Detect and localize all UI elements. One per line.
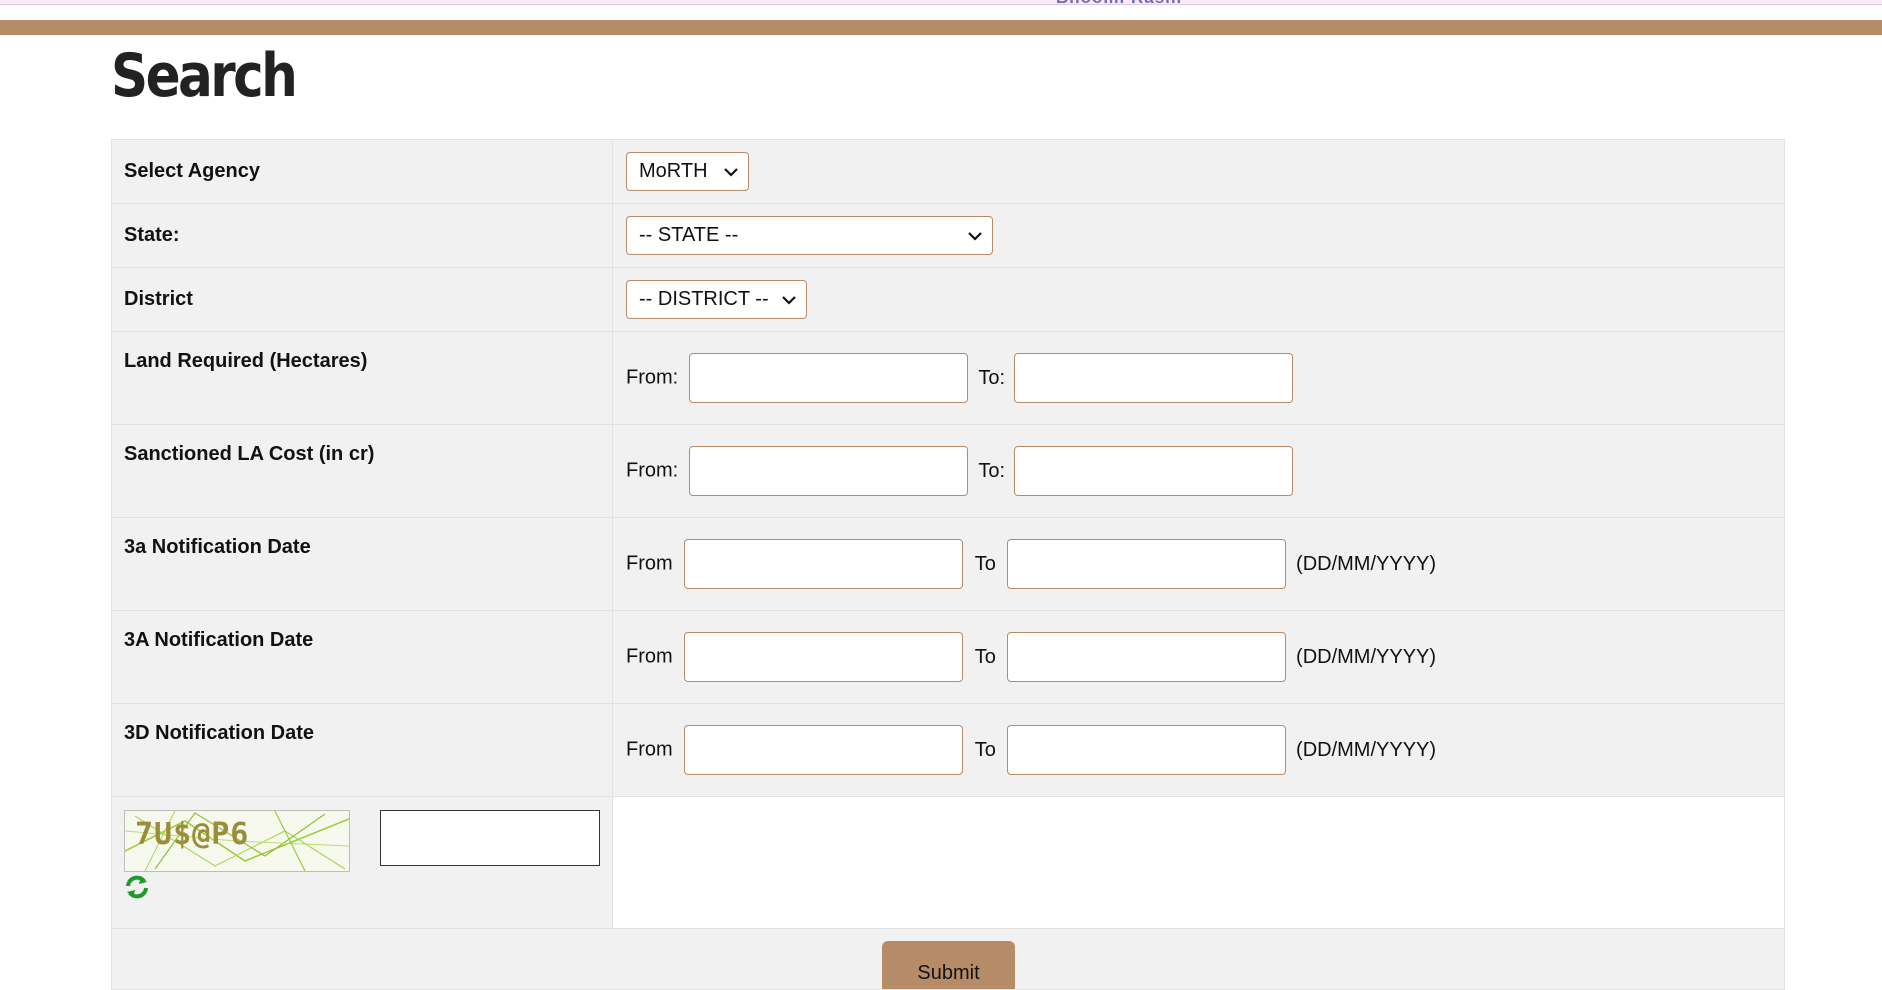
row-submit: Submit [111, 928, 1785, 990]
notif-3D-from-label: From [626, 738, 673, 761]
state-label: State: [111, 203, 613, 268]
row-la-cost: Sanctioned LA Cost (in cr) From: To: [111, 424, 1785, 518]
state-select[interactable]: -- STATE -- [626, 216, 993, 255]
notif-3A-format-hint: (DD/MM/YYYY) [1296, 645, 1437, 668]
notif-3a-to-label: To [974, 552, 996, 575]
land-to-label: To: [978, 366, 1006, 389]
search-form-table: Select Agency MoRTH State: -- STATE -- D… [111, 139, 1785, 990]
row-agency: Select Agency MoRTH [111, 139, 1785, 204]
district-select[interactable]: -- DISTRICT -- [626, 280, 807, 319]
cost-from-label: From: [626, 459, 679, 482]
row-3A-notification: 3A Notification Date From To (DD/MM/YYYY… [111, 610, 1785, 704]
state-cell: -- STATE -- [612, 203, 1785, 268]
agency-select-value: MoRTH [639, 160, 708, 182]
land-from-label: From: [626, 366, 679, 389]
land-from-input[interactable] [688, 353, 968, 403]
land-required-cell: From: To: [612, 331, 1785, 425]
captcha-cell: 7U$@P6 [111, 796, 613, 929]
la-cost-label: Sanctioned LA Cost (in cr) [111, 424, 613, 518]
notif-3A-cell: From To (DD/MM/YYYY) [612, 610, 1785, 704]
notif-3D-from-input[interactable] [684, 725, 964, 775]
captcha-text: 7U$@P6 [135, 817, 250, 852]
row-captcha: 7U$@P6 [111, 796, 1785, 929]
submit-cell: Submit [111, 928, 1785, 990]
row-3a-notification: 3a Notification Date From To (DD/MM/YYYY… [111, 517, 1785, 611]
captcha-wrap: 7U$@P6 [124, 797, 612, 928]
notif-3D-label: 3D Notification Date [111, 703, 613, 797]
cost-to-input[interactable] [1013, 446, 1293, 496]
captcha-input[interactable] [380, 810, 600, 866]
row-3D-notification: 3D Notification Date From To (DD/MM/YYYY… [111, 703, 1785, 797]
land-to-input[interactable] [1013, 353, 1293, 403]
notif-3A-label: 3A Notification Date [111, 610, 613, 704]
agency-cell: MoRTH [612, 139, 1785, 204]
notif-3a-format-hint: (DD/MM/YYYY) [1296, 552, 1437, 575]
chevron-down-icon [782, 295, 796, 305]
notif-3D-cell: From To (DD/MM/YYYY) [612, 703, 1785, 797]
notif-3D-format-hint: (DD/MM/YYYY) [1296, 738, 1437, 761]
cost-to-label: To: [978, 459, 1006, 482]
notif-3D-to-input[interactable] [1007, 725, 1287, 775]
top-border-line [0, 0, 1882, 5]
row-state: State: -- STATE -- [111, 203, 1785, 268]
page-title: Search [111, 41, 298, 111]
cost-from-input[interactable] [688, 446, 968, 496]
refresh-icon[interactable] [124, 874, 150, 900]
notif-3a-label: 3a Notification Date [111, 517, 613, 611]
notif-3A-to-input[interactable] [1007, 632, 1287, 682]
state-select-value: -- STATE -- [639, 224, 739, 246]
la-cost-cell: From: To: [612, 424, 1785, 518]
header-partial-text: Bhoomi Rashi [1056, 0, 1182, 8]
notif-3A-from-input[interactable] [684, 632, 964, 682]
notif-3a-from-input[interactable] [684, 539, 964, 589]
row-district: District -- DISTRICT -- [111, 267, 1785, 332]
district-select-value: -- DISTRICT -- [639, 288, 769, 310]
notif-3D-to-label: To [974, 738, 996, 761]
district-cell: -- DISTRICT -- [612, 267, 1785, 332]
captcha-image: 7U$@P6 [124, 810, 350, 872]
row-land-required: Land Required (Hectares) From: To: [111, 331, 1785, 425]
notif-3a-to-input[interactable] [1007, 539, 1287, 589]
notif-3A-to-label: To [974, 645, 996, 668]
notif-3a-from-label: From [626, 552, 673, 575]
notif-3A-from-label: From [626, 645, 673, 668]
agency-select[interactable]: MoRTH [626, 152, 749, 191]
submit-button[interactable]: Submit [882, 941, 1015, 989]
header-accent-bar [0, 20, 1882, 35]
agency-label: Select Agency [111, 139, 613, 204]
captcha-empty-cell [612, 796, 1785, 929]
notif-3a-cell: From To (DD/MM/YYYY) [612, 517, 1785, 611]
chevron-down-icon [968, 231, 982, 241]
land-required-label: Land Required (Hectares) [111, 331, 613, 425]
district-label: District [111, 267, 613, 332]
chevron-down-icon [724, 167, 738, 177]
